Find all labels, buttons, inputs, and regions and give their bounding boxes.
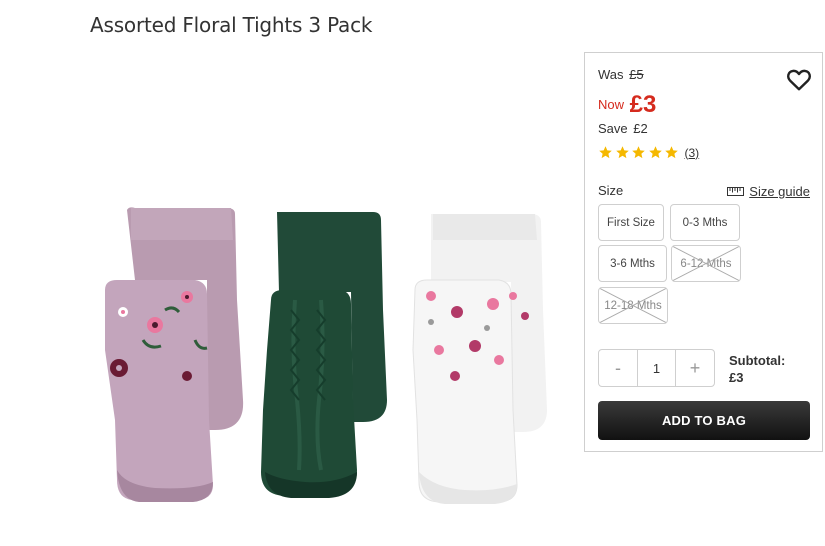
purchase-panel: Was £5 Now £3 Save £2 (3) Size Size guid… (584, 52, 823, 452)
size-option-label: 0-3 Mths (682, 216, 728, 229)
tights-white (412, 214, 547, 504)
size-option-label: 3-6 Mths (610, 257, 655, 270)
product-title: Assorted Floral Tights 3 Pack (90, 13, 373, 37)
review-count-link[interactable]: (3) (685, 146, 700, 160)
tights-green (261, 212, 387, 498)
quantity-stepper: - 1 + (598, 349, 715, 387)
now-value: £3 (629, 91, 657, 118)
ruler-icon (727, 187, 745, 196)
was-value: £5 (629, 67, 644, 82)
star-icon (632, 146, 645, 159)
star-rating: (3) (598, 145, 699, 160)
quantity-increase-button[interactable]: + (676, 350, 714, 386)
star-icon (665, 146, 678, 159)
size-option-6-12-mths[interactable]: 6-12 Mths (671, 245, 741, 282)
size-option-3-6-mths[interactable]: 3-6 Mths (598, 245, 667, 282)
size-option-12-18-mths[interactable]: 12-18 Mths (598, 287, 668, 324)
quantity-decrease-button[interactable]: - (599, 350, 637, 386)
subtotal-label: Subtotal: (729, 353, 786, 368)
was-price: Was £5 (598, 67, 644, 82)
now-price: Now £3 (598, 91, 656, 119)
quantity-input[interactable]: 1 (637, 350, 676, 386)
size-option-label: First Size (607, 216, 655, 229)
add-to-bag-button[interactable]: ADD TO BAG (598, 401, 810, 440)
save-label: Save (598, 121, 628, 136)
now-label: Now (598, 97, 625, 112)
size-label: Size (598, 183, 624, 198)
was-label: Was (598, 67, 624, 82)
subtotal: Subtotal: £3 (729, 352, 785, 386)
save-amount: Save £2 (598, 121, 648, 136)
star-icon (615, 146, 629, 159)
unavailable-cross-icon (672, 246, 740, 281)
product-image (105, 207, 547, 504)
heart-icon[interactable] (786, 67, 812, 93)
star-icon (599, 146, 612, 159)
subtotal-value: £3 (729, 370, 744, 385)
size-guide-link[interactable]: Size guide (727, 184, 810, 199)
size-guide-label: Size guide (749, 184, 810, 199)
unavailable-cross-icon (599, 288, 667, 323)
save-value: £2 (633, 121, 648, 136)
star-icon (648, 146, 662, 159)
tights-lilac (105, 207, 244, 502)
size-option-0-3-mths[interactable]: 0-3 Mths (670, 204, 740, 241)
size-option-first-size[interactable]: First Size (598, 204, 664, 241)
